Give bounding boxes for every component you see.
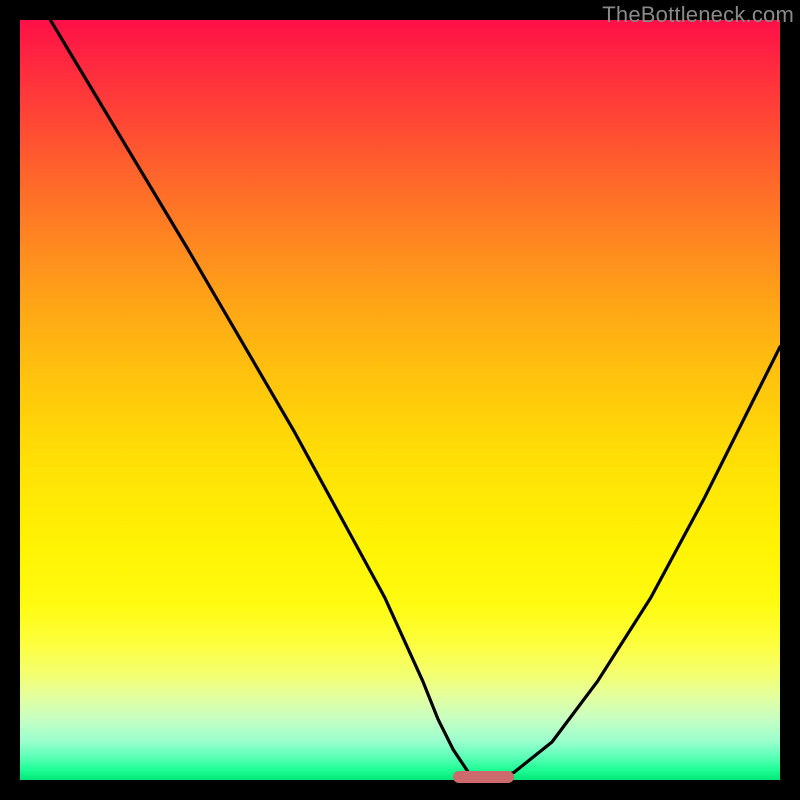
plot-area	[20, 20, 780, 780]
optimal-range-marker	[453, 771, 514, 783]
watermark-text: TheBottleneck.com	[602, 2, 794, 28]
chart-container: TheBottleneck.com	[0, 0, 800, 800]
bottleneck-curve	[20, 20, 780, 780]
